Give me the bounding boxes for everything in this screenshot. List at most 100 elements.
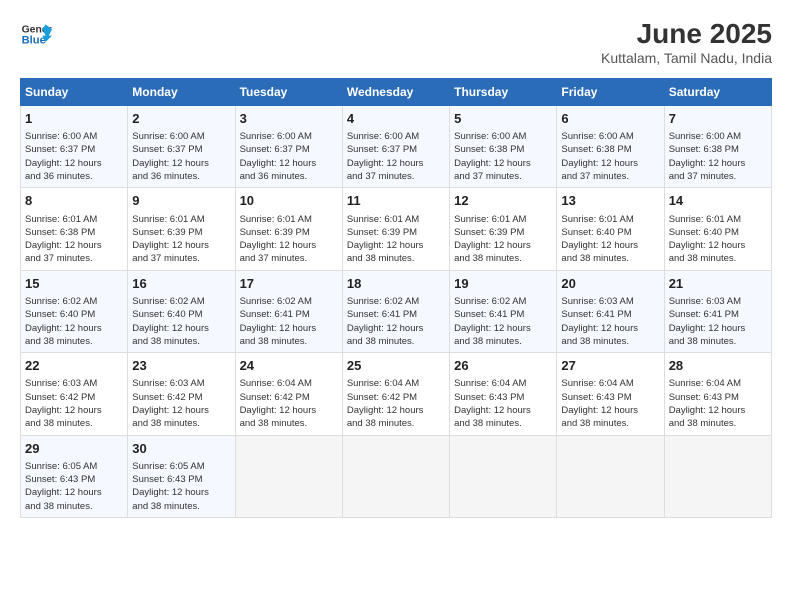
day-number: 3	[240, 110, 338, 128]
month-title: June 2025	[601, 18, 772, 50]
day-cell: 28 Sunrise: 6:04 AM Sunset: 6:43 PM Dayli…	[664, 353, 771, 435]
day-info: Sunrise: 6:03 AM Sunset: 6:42 PM Dayligh…	[25, 378, 102, 429]
day-info: Sunrise: 6:02 AM Sunset: 6:40 PM Dayligh…	[132, 296, 209, 347]
day-cell: 29 Sunrise: 6:05 AM Sunset: 6:43 PM Dayli…	[21, 435, 128, 517]
day-cell: 19 Sunrise: 6:02 AM Sunset: 6:41 PM Dayli…	[450, 270, 557, 352]
day-cell: 1 Sunrise: 6:00 AM Sunset: 6:37 PM Daylig…	[21, 106, 128, 188]
svg-text:Blue: Blue	[22, 35, 46, 47]
day-cell: 12 Sunrise: 6:01 AM Sunset: 6:39 PM Dayli…	[450, 188, 557, 270]
header-cell-friday: Friday	[557, 79, 664, 106]
day-info: Sunrise: 6:04 AM Sunset: 6:43 PM Dayligh…	[669, 378, 746, 429]
day-number: 14	[669, 192, 767, 210]
day-info: Sunrise: 6:02 AM Sunset: 6:41 PM Dayligh…	[240, 296, 317, 347]
day-info: Sunrise: 6:00 AM Sunset: 6:37 PM Dayligh…	[240, 131, 317, 182]
day-info: Sunrise: 6:04 AM Sunset: 6:43 PM Dayligh…	[454, 378, 531, 429]
day-info: Sunrise: 6:00 AM Sunset: 6:38 PM Dayligh…	[669, 131, 746, 182]
day-info: Sunrise: 6:02 AM Sunset: 6:41 PM Dayligh…	[454, 296, 531, 347]
day-number: 15	[25, 275, 123, 293]
day-number: 22	[25, 357, 123, 375]
day-cell: 15 Sunrise: 6:02 AM Sunset: 6:40 PM Dayli…	[21, 270, 128, 352]
day-number: 6	[561, 110, 659, 128]
day-info: Sunrise: 6:00 AM Sunset: 6:38 PM Dayligh…	[454, 131, 531, 182]
day-cell: 25 Sunrise: 6:04 AM Sunset: 6:42 PM Dayli…	[342, 353, 449, 435]
calendar-table: SundayMondayTuesdayWednesdayThursdayFrid…	[20, 78, 772, 518]
day-number: 17	[240, 275, 338, 293]
day-number: 20	[561, 275, 659, 293]
day-number: 26	[454, 357, 552, 375]
day-cell	[450, 435, 557, 517]
day-cell: 17 Sunrise: 6:02 AM Sunset: 6:41 PM Dayli…	[235, 270, 342, 352]
day-cell: 8Sunrise: 6:01 AM Sunset: 6:38 PM Daylig…	[21, 188, 128, 270]
day-cell	[342, 435, 449, 517]
day-cell: 9 Sunrise: 6:01 AM Sunset: 6:39 PM Daylig…	[128, 188, 235, 270]
day-number: 13	[561, 192, 659, 210]
header-cell-sunday: Sunday	[21, 79, 128, 106]
day-info: Sunrise: 6:04 AM Sunset: 6:42 PM Dayligh…	[347, 378, 424, 429]
day-number: 23	[132, 357, 230, 375]
day-number: 5	[454, 110, 552, 128]
day-cell: 21 Sunrise: 6:03 AM Sunset: 6:41 PM Dayli…	[664, 270, 771, 352]
day-number: 2	[132, 110, 230, 128]
day-number: 8	[25, 192, 123, 210]
day-number: 30	[132, 440, 230, 458]
day-info: Sunrise: 6:02 AM Sunset: 6:41 PM Dayligh…	[347, 296, 424, 347]
day-cell: 11 Sunrise: 6:01 AM Sunset: 6:39 PM Dayli…	[342, 188, 449, 270]
day-cell	[664, 435, 771, 517]
day-info: Sunrise: 6:05 AM Sunset: 6:43 PM Dayligh…	[25, 461, 102, 512]
header-cell-thursday: Thursday	[450, 79, 557, 106]
week-row-4: 22 Sunrise: 6:03 AM Sunset: 6:42 PM Dayli…	[21, 353, 772, 435]
day-info: Sunrise: 6:03 AM Sunset: 6:41 PM Dayligh…	[561, 296, 638, 347]
header-cell-monday: Monday	[128, 79, 235, 106]
day-cell: 7 Sunrise: 6:00 AM Sunset: 6:38 PM Daylig…	[664, 106, 771, 188]
week-row-3: 15 Sunrise: 6:02 AM Sunset: 6:40 PM Dayli…	[21, 270, 772, 352]
day-number: 18	[347, 275, 445, 293]
day-number: 25	[347, 357, 445, 375]
day-cell: 3 Sunrise: 6:00 AM Sunset: 6:37 PM Daylig…	[235, 106, 342, 188]
day-number: 7	[669, 110, 767, 128]
day-info: Sunrise: 6:01 AM Sunset: 6:39 PM Dayligh…	[132, 214, 209, 265]
day-number: 28	[669, 357, 767, 375]
day-cell: 2 Sunrise: 6:00 AM Sunset: 6:37 PM Daylig…	[128, 106, 235, 188]
day-cell	[557, 435, 664, 517]
day-number: 21	[669, 275, 767, 293]
week-row-1: 1 Sunrise: 6:00 AM Sunset: 6:37 PM Daylig…	[21, 106, 772, 188]
day-cell: 14Sunrise: 6:01 AM Sunset: 6:40 PM Dayli…	[664, 188, 771, 270]
day-cell: 5 Sunrise: 6:00 AM Sunset: 6:38 PM Daylig…	[450, 106, 557, 188]
day-info: Sunrise: 6:04 AM Sunset: 6:42 PM Dayligh…	[240, 378, 317, 429]
day-cell: 23 Sunrise: 6:03 AM Sunset: 6:42 PM Dayli…	[128, 353, 235, 435]
day-number: 1	[25, 110, 123, 128]
title-section: June 2025 Kuttalam, Tamil Nadu, India	[601, 18, 772, 66]
day-number: 27	[561, 357, 659, 375]
header-cell-tuesday: Tuesday	[235, 79, 342, 106]
day-cell: 24Sunrise: 6:04 AM Sunset: 6:42 PM Dayli…	[235, 353, 342, 435]
day-info: Sunrise: 6:03 AM Sunset: 6:42 PM Dayligh…	[132, 378, 209, 429]
day-cell: 26 Sunrise: 6:04 AM Sunset: 6:43 PM Dayli…	[450, 353, 557, 435]
day-cell: 6Sunrise: 6:00 AM Sunset: 6:38 PM Daylig…	[557, 106, 664, 188]
day-cell: 10Sunrise: 6:01 AM Sunset: 6:39 PM Dayli…	[235, 188, 342, 270]
day-info: Sunrise: 6:02 AM Sunset: 6:40 PM Dayligh…	[25, 296, 102, 347]
header: General Blue June 2025 Kuttalam, Tamil N…	[20, 18, 772, 66]
week-row-5: 29 Sunrise: 6:05 AM Sunset: 6:43 PM Dayli…	[21, 435, 772, 517]
header-cell-saturday: Saturday	[664, 79, 771, 106]
day-info: Sunrise: 6:03 AM Sunset: 6:41 PM Dayligh…	[669, 296, 746, 347]
day-number: 9	[132, 192, 230, 210]
day-info: Sunrise: 6:00 AM Sunset: 6:37 PM Dayligh…	[132, 131, 209, 182]
location: Kuttalam, Tamil Nadu, India	[601, 50, 772, 66]
day-number: 4	[347, 110, 445, 128]
day-cell: 20 Sunrise: 6:03 AM Sunset: 6:41 PM Dayli…	[557, 270, 664, 352]
day-info: Sunrise: 6:04 AM Sunset: 6:43 PM Dayligh…	[561, 378, 638, 429]
day-cell: 16Sunrise: 6:02 AM Sunset: 6:40 PM Dayli…	[128, 270, 235, 352]
day-number: 12	[454, 192, 552, 210]
day-info: Sunrise: 6:00 AM Sunset: 6:37 PM Dayligh…	[25, 131, 102, 182]
day-number: 11	[347, 192, 445, 210]
day-number: 10	[240, 192, 338, 210]
week-row-2: 8Sunrise: 6:01 AM Sunset: 6:38 PM Daylig…	[21, 188, 772, 270]
day-cell: 27 Sunrise: 6:04 AM Sunset: 6:43 PM Dayli…	[557, 353, 664, 435]
day-info: Sunrise: 6:01 AM Sunset: 6:39 PM Dayligh…	[454, 214, 531, 265]
day-number: 29	[25, 440, 123, 458]
day-info: Sunrise: 6:01 AM Sunset: 6:39 PM Dayligh…	[347, 214, 424, 265]
logo-icon: General Blue	[20, 18, 52, 50]
day-info: Sunrise: 6:01 AM Sunset: 6:40 PM Dayligh…	[561, 214, 638, 265]
day-info: Sunrise: 6:00 AM Sunset: 6:37 PM Dayligh…	[347, 131, 424, 182]
day-number: 19	[454, 275, 552, 293]
